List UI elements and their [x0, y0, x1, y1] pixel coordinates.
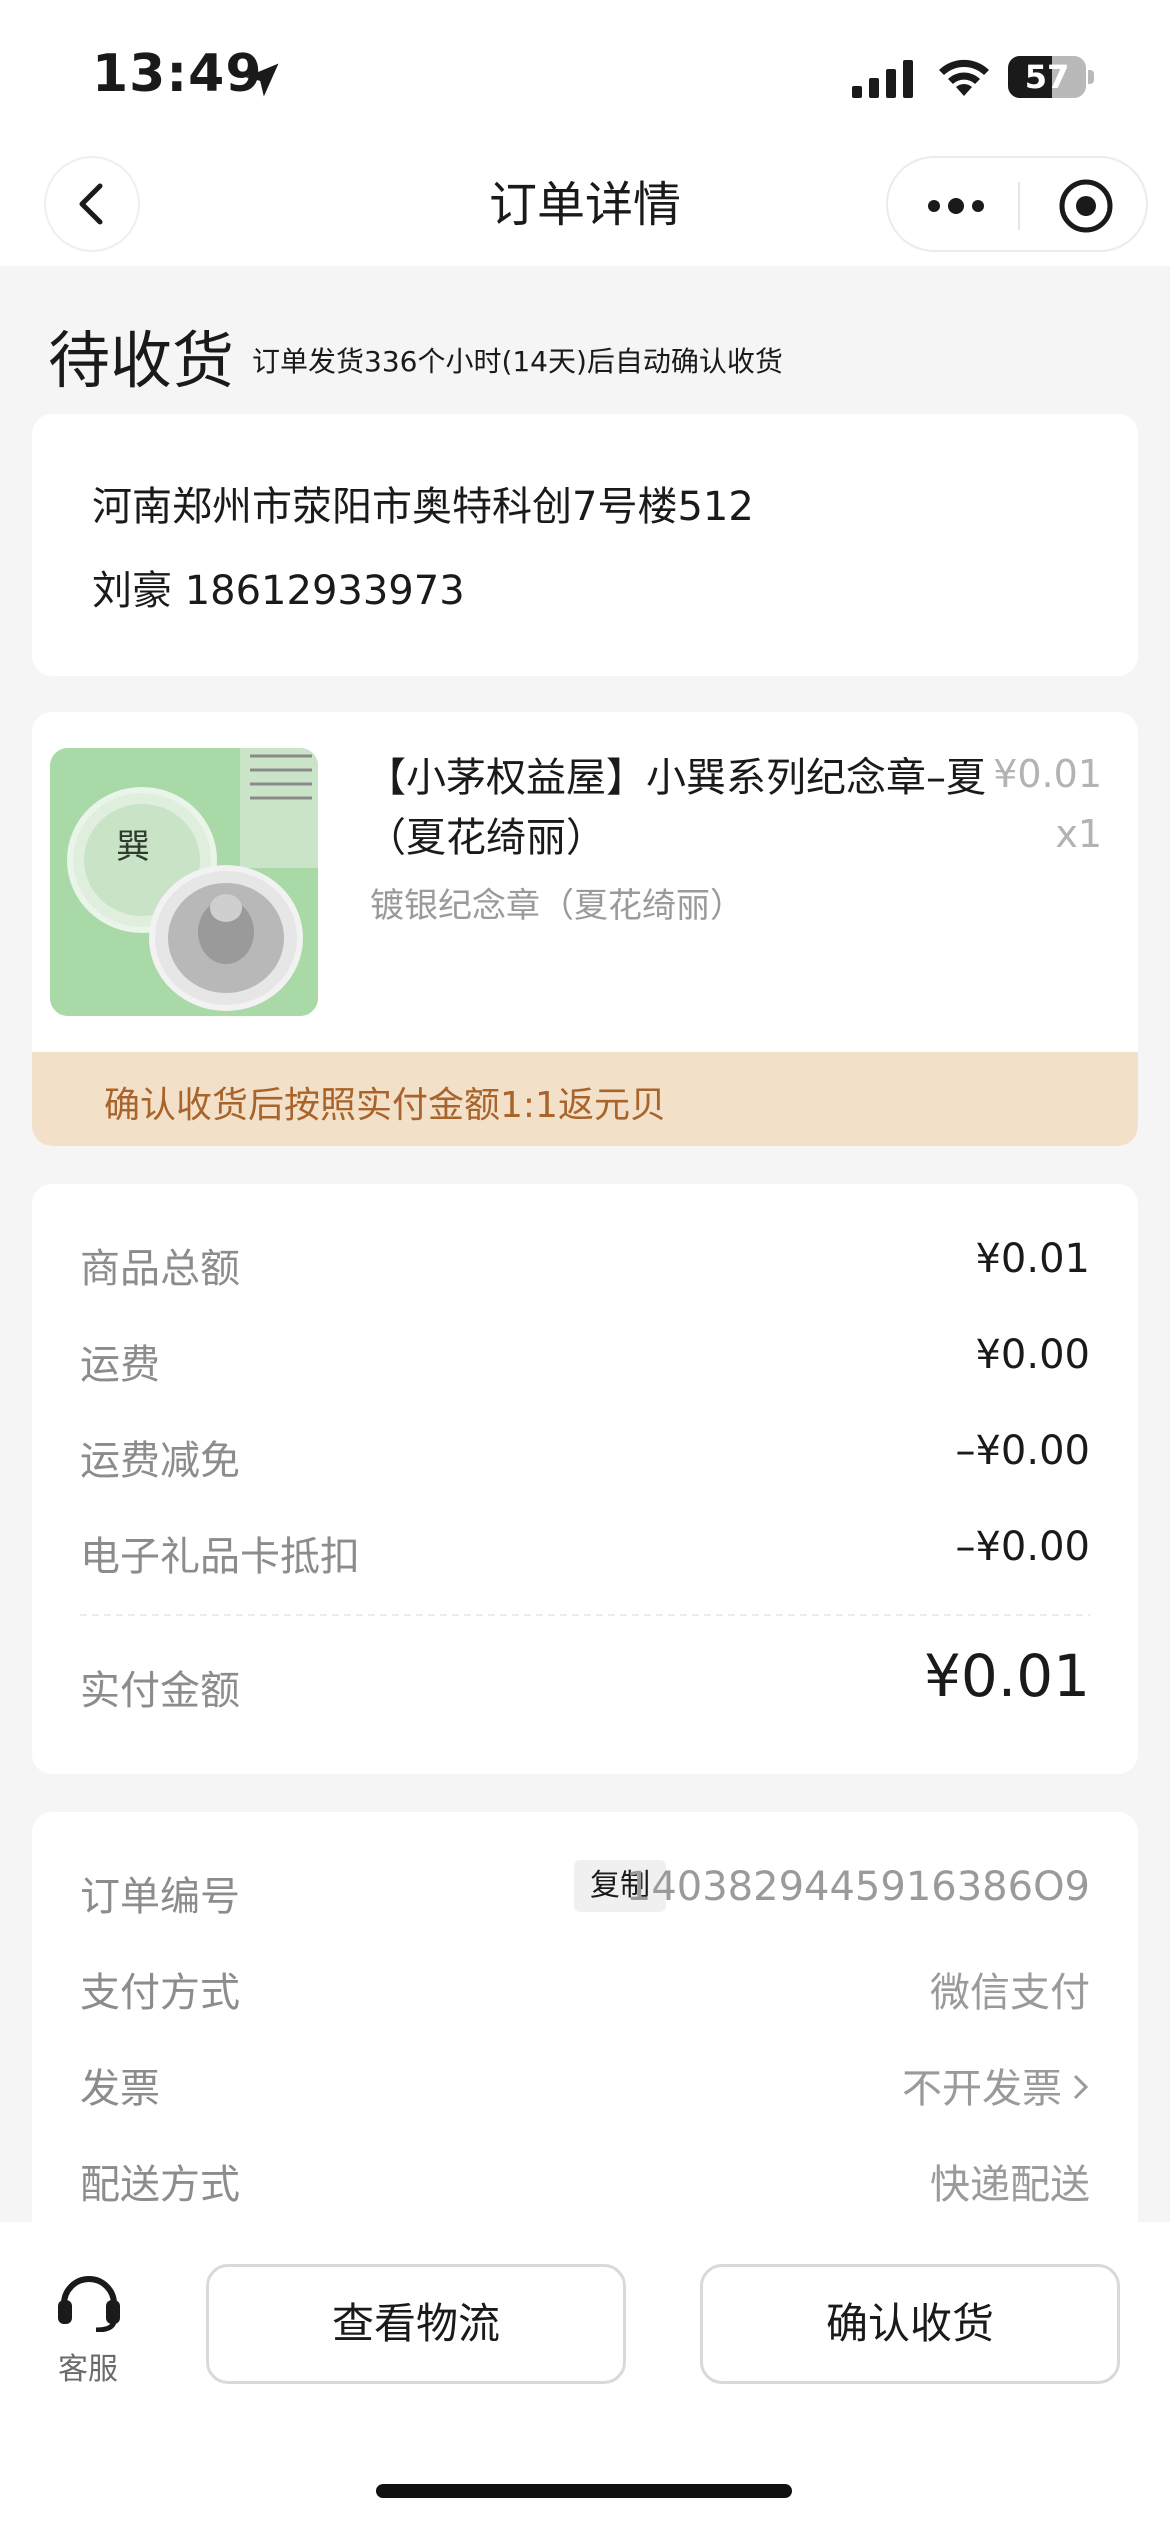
amount-summary-card: 商品总额 ¥0.01 运费 ¥0.00 运费减免 –¥0.00 电子礼品卡抵扣 … — [32, 1184, 1138, 1774]
amount-row: 电子礼品卡抵扣 –¥0.00 — [80, 1524, 1090, 1584]
mini-program-capsule — [886, 156, 1148, 252]
bottom-action-bar: 客服 查看物流 确认收货 — [0, 2222, 1170, 2532]
chevron-left-icon — [79, 183, 103, 225]
amount-value: ¥0.00 — [975, 1332, 1090, 1378]
invoice-label: 发票 — [80, 2066, 160, 2112]
total-label: 实付金额 — [80, 1668, 240, 1714]
battery-icon: 57 — [1008, 56, 1086, 98]
payment-method: 微信支付 — [930, 1970, 1090, 2016]
delivery-method: 快递配送 — [930, 2162, 1090, 2208]
amount-label: 运费 — [80, 1342, 160, 1388]
home-indicator[interactable] — [376, 2484, 792, 2498]
commemorative-medal-image: 巽 — [50, 748, 318, 1016]
amount-label: 运费减免 — [80, 1438, 240, 1484]
product-name: 【小茅权益屋】小巽系列纪念章–夏（夏花绮丽） — [366, 755, 986, 861]
delivery-method-row: 配送方式 快递配送 — [80, 2152, 1090, 2212]
location-arrow-icon — [245, 63, 279, 97]
product-quantity: x1 — [1055, 812, 1102, 856]
back-button[interactable] — [44, 156, 140, 252]
nav-bar: 订单详情 — [0, 150, 1170, 266]
close-target-icon[interactable] — [1058, 178, 1114, 234]
product-card[interactable]: 巽 【小茅权益屋】小巽系列纪念章–夏（夏花绮丽） 镀银纪念章（夏花绮丽） ¥0.… — [32, 712, 1138, 1146]
capsule-divider — [1018, 182, 1020, 230]
rebate-notice: 确认收货后按照实付金额1:1返元贝 — [104, 1085, 666, 1126]
invoice-value-group: 不开发票 — [902, 2056, 1090, 2114]
amount-value: ¥0.01 — [975, 1236, 1090, 1282]
address-card: 河南郑州市荥阳市奥特科创7号楼512 刘豪 18612933973 — [32, 414, 1138, 676]
recipient-contact: 刘豪 18612933973 — [92, 568, 465, 614]
order-status-description: 订单发货336个小时(14天)后自动确认收货 — [252, 345, 783, 378]
amount-divider — [80, 1614, 1090, 1616]
invoice-value: 不开发票 — [902, 2066, 1062, 2112]
view-logistics-button[interactable]: 查看物流 — [206, 2264, 626, 2384]
confirm-receipt-button[interactable]: 确认收货 — [700, 2264, 1120, 2384]
order-status: 待收货 — [48, 324, 235, 397]
amount-value: –¥0.00 — [955, 1428, 1090, 1474]
rebate-banner: 确认收货后按照实付金额1:1返元贝 — [32, 1052, 1138, 1146]
invoice-row[interactable]: 发票 不开发票 — [80, 2056, 1090, 2116]
product-price: ¥0.01 — [993, 752, 1102, 796]
product-image[interactable]: 巽 — [50, 748, 318, 1016]
product-spec: 镀银纪念章（夏花绮丽） — [370, 886, 744, 926]
amount-row: 运费 ¥0.00 — [80, 1332, 1090, 1392]
wifi-icon — [939, 59, 989, 96]
amount-value: –¥0.00 — [955, 1524, 1090, 1570]
payment-method-row: 支付方式 微信支付 — [80, 1960, 1090, 2020]
amount-label: 商品总额 — [80, 1246, 240, 1292]
battery-level: 57 — [1024, 58, 1070, 96]
status-bar: 13:49 57 — [0, 0, 1170, 150]
amount-row: 运费减免 –¥0.00 — [80, 1428, 1090, 1488]
amount-label: 电子礼品卡抵扣 — [80, 1534, 360, 1580]
delivery-method-label: 配送方式 — [80, 2162, 240, 2208]
order-number-label: 订单编号 — [80, 1874, 240, 1920]
svg-text:巽: 巽 — [116, 827, 150, 867]
amount-row: 商品总额 ¥0.01 — [80, 1236, 1090, 1296]
status-time: 13:49 — [92, 44, 263, 104]
chevron-right-icon — [1073, 2074, 1089, 2100]
cellular-signal-icon — [852, 60, 913, 98]
payment-method-label: 支付方式 — [80, 1970, 240, 2016]
order-info-card: 订单编号 复制 1403829445916386O9 支付方式 微信支付 发票 … — [32, 1812, 1138, 2272]
total-value: ¥0.01 — [923, 1642, 1090, 1710]
customer-service-label[interactable]: 客服 — [58, 2344, 118, 2388]
order-number: 1403829445916386O9 — [625, 1864, 1090, 1910]
shipping-address: 河南郑州市荥阳市奥特科创7号楼512 — [92, 484, 754, 530]
order-number-row: 订单编号 复制 1403829445916386O9 — [80, 1860, 1090, 1924]
battery-cap — [1088, 70, 1094, 84]
more-dots-icon[interactable] — [924, 188, 988, 224]
customer-service-icon[interactable] — [56, 2270, 122, 2332]
